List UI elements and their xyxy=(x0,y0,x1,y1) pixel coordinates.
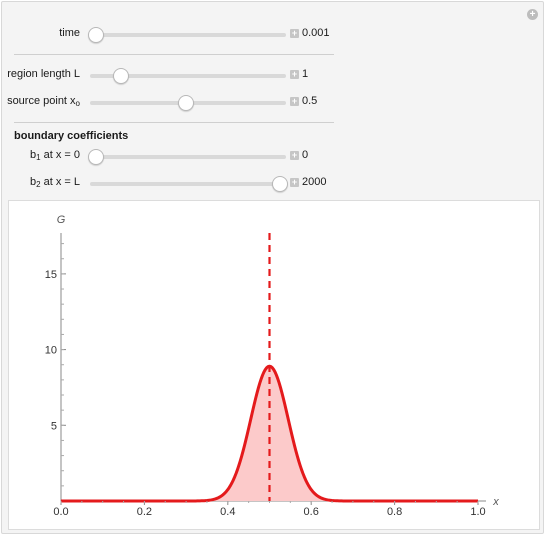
source-point-label: source point xo xyxy=(7,95,80,108)
b1-slider[interactable] xyxy=(87,149,286,165)
b1-plus-icon[interactable]: + xyxy=(290,151,299,160)
plus-circle-icon[interactable]: + xyxy=(527,9,538,20)
region-length-slider-thumb[interactable] xyxy=(113,68,130,84)
time-slider-thumb[interactable] xyxy=(87,27,104,43)
region-length-label: region length L xyxy=(7,68,80,80)
section-title: boundary coefficients xyxy=(14,130,129,142)
b2-plus-icon[interactable]: + xyxy=(290,178,299,187)
separator xyxy=(14,122,334,123)
x-axis-label: x xyxy=(492,496,499,508)
source-point-slider[interactable] xyxy=(90,95,286,111)
curve-fill-area xyxy=(61,366,478,501)
source-point-slider-thumb[interactable] xyxy=(178,95,195,111)
x-tick-label: 0.0 xyxy=(53,506,68,518)
y-axis-label: G xyxy=(57,214,66,226)
x-tick-label: 0.2 xyxy=(137,506,152,518)
time-control: time + 0.001 xyxy=(2,24,342,44)
x-tick-label: 0.6 xyxy=(304,506,319,518)
y-tick-label: 5 xyxy=(51,420,57,432)
greens-function-plot: 0.0 0.2 0.4 0.6 0.8 1.0 5 10 15 Gx xyxy=(45,214,500,518)
b1-slider-thumb[interactable] xyxy=(87,149,104,165)
y-tick-label: 15 xyxy=(45,269,57,281)
b1-label: b1 at x = 0 xyxy=(30,149,80,162)
time-plus-icon[interactable]: + xyxy=(290,29,299,38)
b2-label: b2 at x = L xyxy=(30,176,80,189)
source-point-label-text: source point x xyxy=(7,95,76,107)
time-slider[interactable] xyxy=(87,27,286,43)
region-length-plus-icon[interactable]: + xyxy=(290,70,299,79)
region-length-control: region length L + 1 xyxy=(2,65,342,85)
x-tick-label: 0.8 xyxy=(387,506,402,518)
y-tick-label: 10 xyxy=(45,345,57,357)
manipulate-panel: + time + 0.001 region length L + 1 sourc… xyxy=(1,1,544,534)
b2-slider[interactable] xyxy=(90,176,289,192)
b2-slider-thumb[interactable] xyxy=(272,176,289,192)
region-length-slider[interactable] xyxy=(90,68,286,84)
x-tick-label: 1.0 xyxy=(470,506,485,518)
source-point-plus-icon[interactable]: + xyxy=(290,97,299,106)
b1-value: 0 xyxy=(302,149,309,161)
b2-label-rest: at x = L xyxy=(40,176,80,188)
x-tick-label: 0.4 xyxy=(220,506,235,518)
separator xyxy=(14,54,334,55)
source-point-value: 0.5 xyxy=(302,95,318,107)
plot-area: 0.0 0.2 0.4 0.6 0.8 1.0 5 10 15 Gx xyxy=(8,200,540,530)
b2-control: b2 at x = L + 2000 xyxy=(2,173,342,193)
b1-control: b1 at x = 0 + 0 xyxy=(2,146,342,166)
b1-label-rest: at x = 0 xyxy=(40,149,80,161)
time-value: 0.001 xyxy=(302,27,330,39)
source-point-label-sub: o xyxy=(75,99,80,108)
b2-value: 2000 xyxy=(302,176,327,188)
region-length-value: 1 xyxy=(302,68,309,80)
time-label: time xyxy=(59,27,80,39)
source-point-control: source point xo + 0.5 xyxy=(2,92,342,112)
